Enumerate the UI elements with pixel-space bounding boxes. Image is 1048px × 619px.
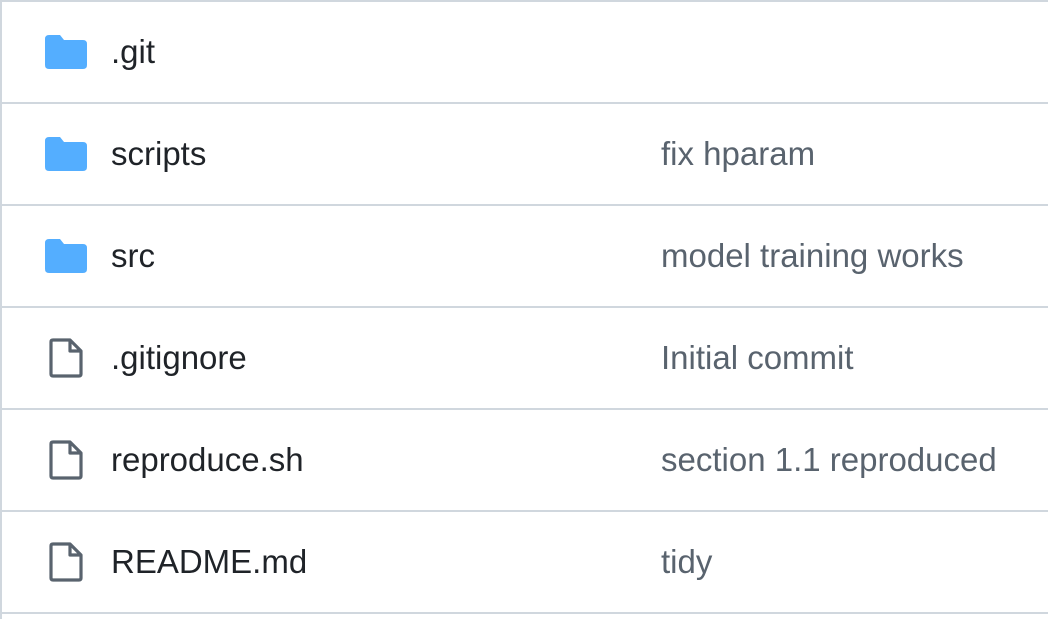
file-list: .git scripts fix hparam src model traini… <box>0 0 1048 619</box>
file-row-gitignore[interactable]: .gitignore Initial commit <box>2 308 1048 410</box>
file-row-scripts[interactable]: scripts fix hparam <box>2 104 1048 206</box>
file-icon <box>44 540 88 584</box>
folder-icon <box>44 234 88 278</box>
file-name-link[interactable]: reproduce.sh <box>111 441 304 479</box>
file-name-link[interactable]: scripts <box>111 135 206 173</box>
file-row-readme[interactable]: README.md tidy <box>2 512 1048 614</box>
file-row-reproduce-sh[interactable]: reproduce.sh section 1.1 reproduced <box>2 410 1048 512</box>
file-name-link[interactable]: .gitignore <box>111 339 247 377</box>
commit-message-link[interactable]: section 1.1 reproduced <box>661 441 997 479</box>
folder-icon <box>44 30 88 74</box>
file-name-link[interactable]: src <box>111 237 155 275</box>
file-icon <box>44 336 88 380</box>
commit-message-link[interactable]: fix hparam <box>661 135 815 173</box>
file-row-src[interactable]: src model training works <box>2 206 1048 308</box>
commit-message-link[interactable]: tidy <box>661 543 712 581</box>
commit-message-link[interactable]: Initial commit <box>661 339 854 377</box>
file-row-git[interactable]: .git <box>2 2 1048 104</box>
folder-icon <box>44 132 88 176</box>
file-name-link[interactable]: README.md <box>111 543 307 581</box>
commit-message-link[interactable]: model training works <box>661 237 964 275</box>
file-name-link[interactable]: .git <box>111 33 155 71</box>
file-icon <box>44 438 88 482</box>
